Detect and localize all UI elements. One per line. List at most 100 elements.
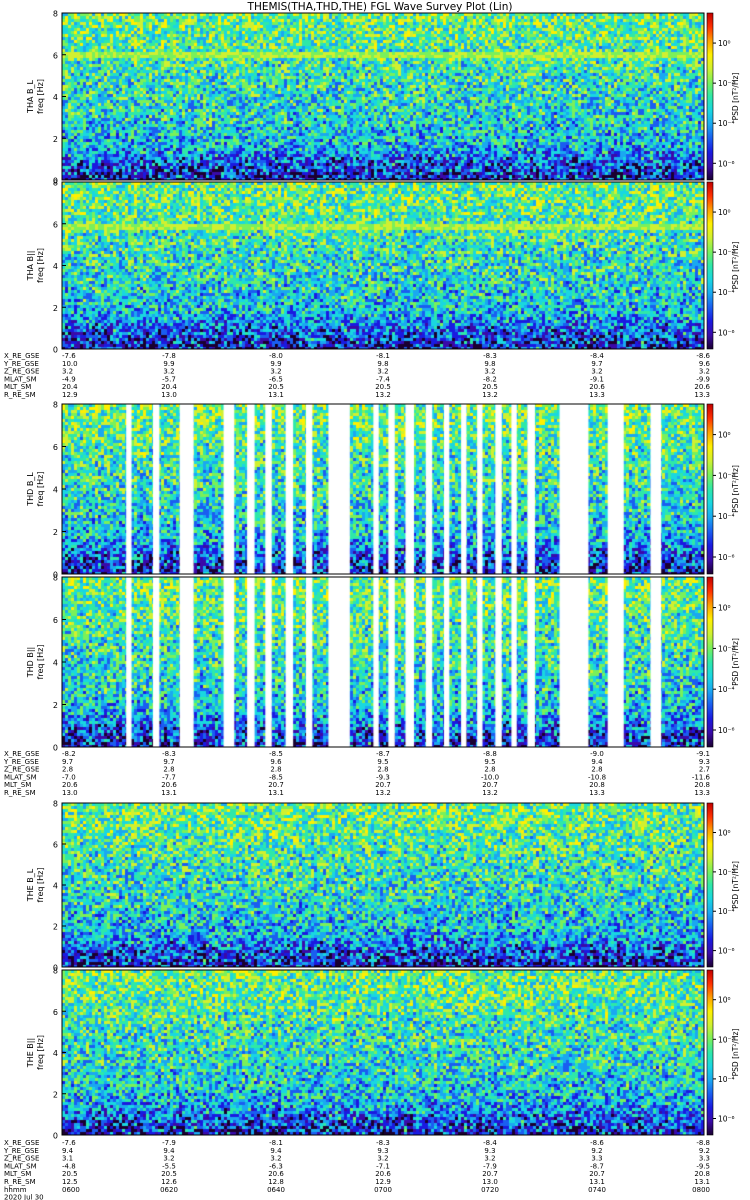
y-tick-label: 6	[53, 51, 58, 60]
time-tick-label: 0800	[692, 1186, 710, 1194]
colorbar-tick-label: 10⁻⁶	[718, 328, 735, 337]
ephemeris-value: 3.2	[377, 1155, 388, 1163]
y-axis-unit: freq [Hz]	[36, 248, 45, 283]
tha-spectrogram-bpar	[62, 182, 704, 349]
ephemeris-value: 9.6	[270, 758, 282, 766]
y-tick-label: 6	[53, 443, 58, 452]
ephemeris-value: 2.8	[484, 766, 495, 774]
ephemeris-value: 20.5	[62, 1170, 78, 1178]
time-tick-label: 0620	[160, 1186, 178, 1194]
ephemeris-value: -8.3	[483, 352, 497, 360]
ephemeris-value: -9.5	[696, 1162, 710, 1170]
ephemeris-row-label: Z_RE_GSE	[4, 766, 39, 774]
ephemeris-value: 13.2	[375, 391, 391, 399]
ephemeris-value: 20.8	[694, 1170, 710, 1178]
y-tick-label: 4	[53, 882, 58, 891]
ephemeris-value: -11.6	[692, 773, 711, 781]
ephemeris-value: 13.2	[375, 789, 391, 797]
probe-group-the: 02468THE B_L freq [Hz]10⁰10⁻²10⁻⁴10⁻⁶PSD …	[3, 800, 740, 1200]
ephemeris-value: 3.2	[591, 368, 602, 376]
ephemeris-value: 9.8	[484, 360, 495, 368]
ephemeris-value: 3.2	[163, 368, 174, 376]
ephemeris-value: 20.6	[694, 383, 710, 391]
ephemeris-value: 9.4	[270, 1147, 282, 1155]
ephemeris-row-label: Y_RE_GSE	[3, 1147, 39, 1155]
ephemeris-value: 3.2	[163, 1155, 174, 1163]
y-tick-label: 2	[53, 701, 58, 710]
y-tick-label: 6	[53, 220, 58, 229]
ephemeris-value: 20.8	[589, 781, 605, 789]
ephemeris-value: 20.5	[268, 383, 284, 391]
ephemeris-value: 3.1	[62, 1155, 73, 1163]
ephemeris-value: 20.4	[62, 383, 78, 391]
time-tick-label: 0740	[588, 1186, 606, 1194]
ephemeris-value: 20.7	[375, 781, 391, 789]
ephemeris-row-label: MLAT_SM	[4, 1162, 37, 1170]
ephemeris-value: 9.3	[484, 1147, 495, 1155]
colorbar-tick-label: 10⁻⁶	[718, 947, 735, 956]
ephemeris-value: -9.1	[696, 750, 710, 758]
the-panel-bpar: 02468THE B|| freq [Hz]10⁰10⁻²10⁻⁴10⁻⁶PSD …	[26, 967, 740, 1141]
colorbar-tick-label: 10⁰	[718, 431, 731, 440]
the-spectrogram-bpar	[62, 970, 704, 1135]
date-label: 2020 Jul 30	[4, 1194, 44, 1200]
ephemeris-value: 12.5	[62, 1178, 78, 1186]
ephemeris-value: -8.1	[376, 352, 390, 360]
ephemeris-value: 9.7	[163, 758, 174, 766]
colorbar-tick-label: 10⁰	[718, 604, 731, 613]
ephemeris-row-label: MLT_SM	[4, 1170, 31, 1178]
ephemeris-value: 13.3	[589, 789, 605, 797]
ephemeris-value: -7.9	[162, 1139, 176, 1147]
time-tick-label: 0640	[267, 1186, 285, 1194]
ephemeris-value: -7.1	[376, 1162, 390, 1170]
ephemeris-value: -7.4	[376, 375, 390, 383]
y-tick-label: 8	[53, 574, 58, 583]
ephemeris-row-label: MLAT_SM	[4, 773, 37, 781]
ephemeris-value: -5.5	[162, 1162, 176, 1170]
colorbar	[706, 403, 714, 575]
ephemeris-value: -7.0	[62, 773, 76, 781]
the-spectrogram-bl	[62, 803, 704, 967]
y-tick-label: 4	[53, 1049, 58, 1058]
ephemeris-row-label: MLT_SM	[4, 781, 31, 789]
time-tick-label: 0600	[62, 1186, 80, 1194]
y-tick-label: 0	[53, 346, 58, 355]
ephemeris-value: 13.0	[62, 789, 78, 797]
ephemeris-value: 9.6	[699, 360, 711, 368]
ephemeris-value: -9.0	[590, 750, 604, 758]
ephemeris-row-label: MLAT_SM	[4, 375, 37, 383]
ephemeris-value: 9.3	[699, 758, 710, 766]
ephemeris-value: -8.6	[696, 352, 710, 360]
ephemeris-value: 13.3	[589, 391, 605, 399]
y-axis-unit: freq [Hz]	[36, 79, 45, 114]
tha-panel-bpar: 02468THA B|| freq [Hz]10⁰10⁻²10⁻⁴10⁻⁶PSD …	[26, 179, 740, 355]
ephemeris-value: 3.2	[270, 1155, 281, 1163]
ephemeris-value: 9.2	[699, 1147, 710, 1155]
y-tick-label: 6	[53, 841, 58, 850]
ephemeris-value: -8.5	[269, 773, 283, 781]
ephemeris-row-label: R_RE_SM	[4, 789, 36, 797]
ephemeris-value: 20.5	[375, 383, 391, 391]
ephemeris-value: -4.9	[62, 375, 76, 383]
ephemeris-value: -7.6	[62, 352, 76, 360]
colorbar-tick-label: 10⁰	[718, 208, 731, 217]
ephemeris-row-label: R_RE_SM	[4, 1178, 36, 1186]
y-tick-label: 6	[53, 616, 58, 625]
ephemeris-value: 13.0	[161, 391, 177, 399]
colorbar-label: PSD [nT²/Hz]	[731, 1029, 740, 1077]
colorbar-tick-label: 10⁻⁶	[718, 1115, 735, 1124]
ephemeris-value: 2.8	[591, 766, 602, 774]
ephemeris-value: -8.7	[590, 1162, 604, 1170]
colorbar-label: PSD [nT²/Hz]	[731, 242, 740, 290]
y-tick-label: 4	[53, 659, 58, 668]
thd-spectrogram-bl	[62, 404, 704, 574]
colorbar	[706, 802, 714, 968]
y-axis-label: THE B_L	[26, 868, 35, 902]
ephemeris-value: -8.3	[162, 750, 176, 758]
ephemeris-value: 13.0	[482, 1178, 498, 1186]
ephemeris-value: -5.7	[162, 375, 176, 383]
y-axis-label: THD B||	[26, 647, 35, 678]
y-axis-label: THE B||	[26, 1038, 35, 1068]
ephemeris-value: 2.8	[377, 766, 388, 774]
y-axis-label: THA B||	[26, 251, 35, 282]
